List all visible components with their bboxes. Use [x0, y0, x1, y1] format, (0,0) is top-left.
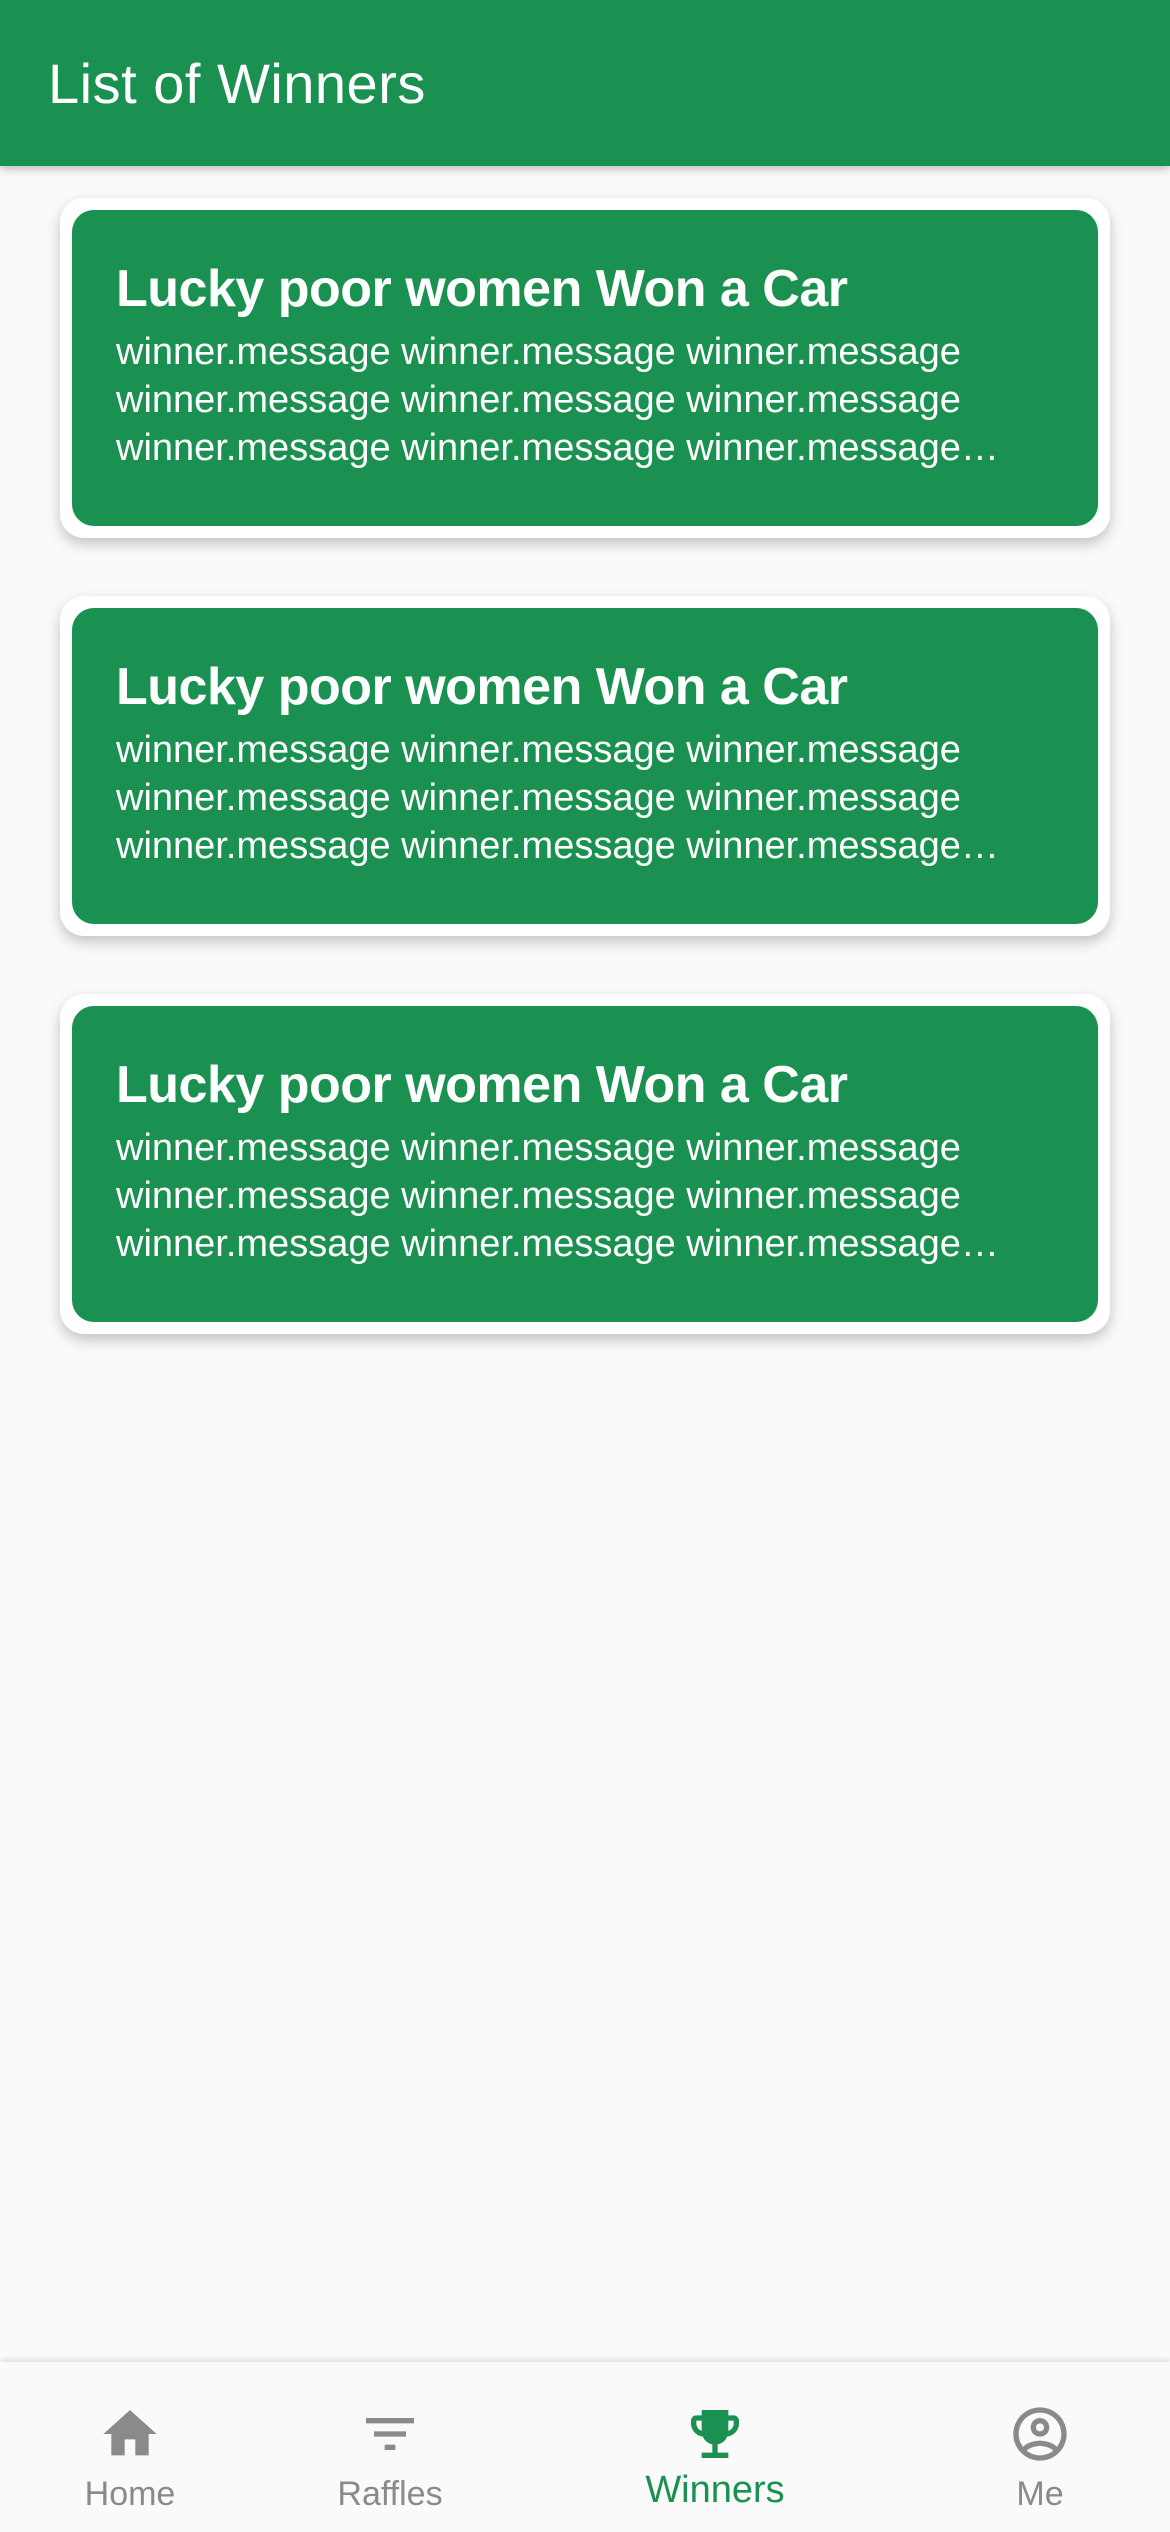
winner-card-body: Lucky poor women Won a Car winner.messag… — [72, 1006, 1098, 1322]
page-title: List of Winners — [48, 52, 426, 115]
nav-item-winners[interactable]: Winners — [615, 2362, 815, 2532]
nav-item-me[interactable]: Me — [960, 2362, 1120, 2532]
winner-card-title: Lucky poor women Won a Car — [116, 658, 848, 716]
winner-card-body: Lucky poor women Won a Car winner.messag… — [72, 608, 1098, 924]
winner-card[interactable]: Lucky poor women Won a Car winner.messag… — [60, 198, 1110, 538]
home-icon — [103, 2410, 157, 2456]
nav-item-label: Winners — [645, 2469, 785, 2511]
winner-card-body: Lucky poor women Won a Car winner.messag… — [72, 210, 1098, 526]
app-bar: List of Winners — [0, 0, 1170, 166]
winner-card-title: Lucky poor women Won a Car — [116, 260, 848, 318]
winner-card-message: winner.message winner.message winner.mes… — [116, 331, 961, 469]
nav-item-home[interactable]: Home — [50, 2362, 210, 2532]
nav-item-label: Home — [84, 2475, 176, 2513]
winner-card-title: Lucky poor women Won a Car — [116, 1056, 848, 1114]
nav-item-label: Raffles — [337, 2475, 443, 2513]
account-circle-icon — [1013, 2407, 1067, 2461]
filter-icon — [366, 2418, 414, 2450]
winner-card-message: winner.message winner.message winner.mes… — [116, 1127, 961, 1265]
winner-card[interactable]: Lucky poor women Won a Car winner.messag… — [60, 994, 1110, 1334]
trophy-icon — [691, 2410, 739, 2458]
nav-item-raffles[interactable]: Raffles — [310, 2362, 470, 2532]
bottom-navigation-bar: Home Raffles Winners Me — [0, 2362, 1170, 2532]
winner-card[interactable]: Lucky poor women Won a Car winner.messag… — [60, 596, 1110, 936]
nav-item-label: Me — [1016, 2475, 1064, 2513]
winner-card-message: winner.message winner.message winner.mes… — [116, 729, 961, 867]
